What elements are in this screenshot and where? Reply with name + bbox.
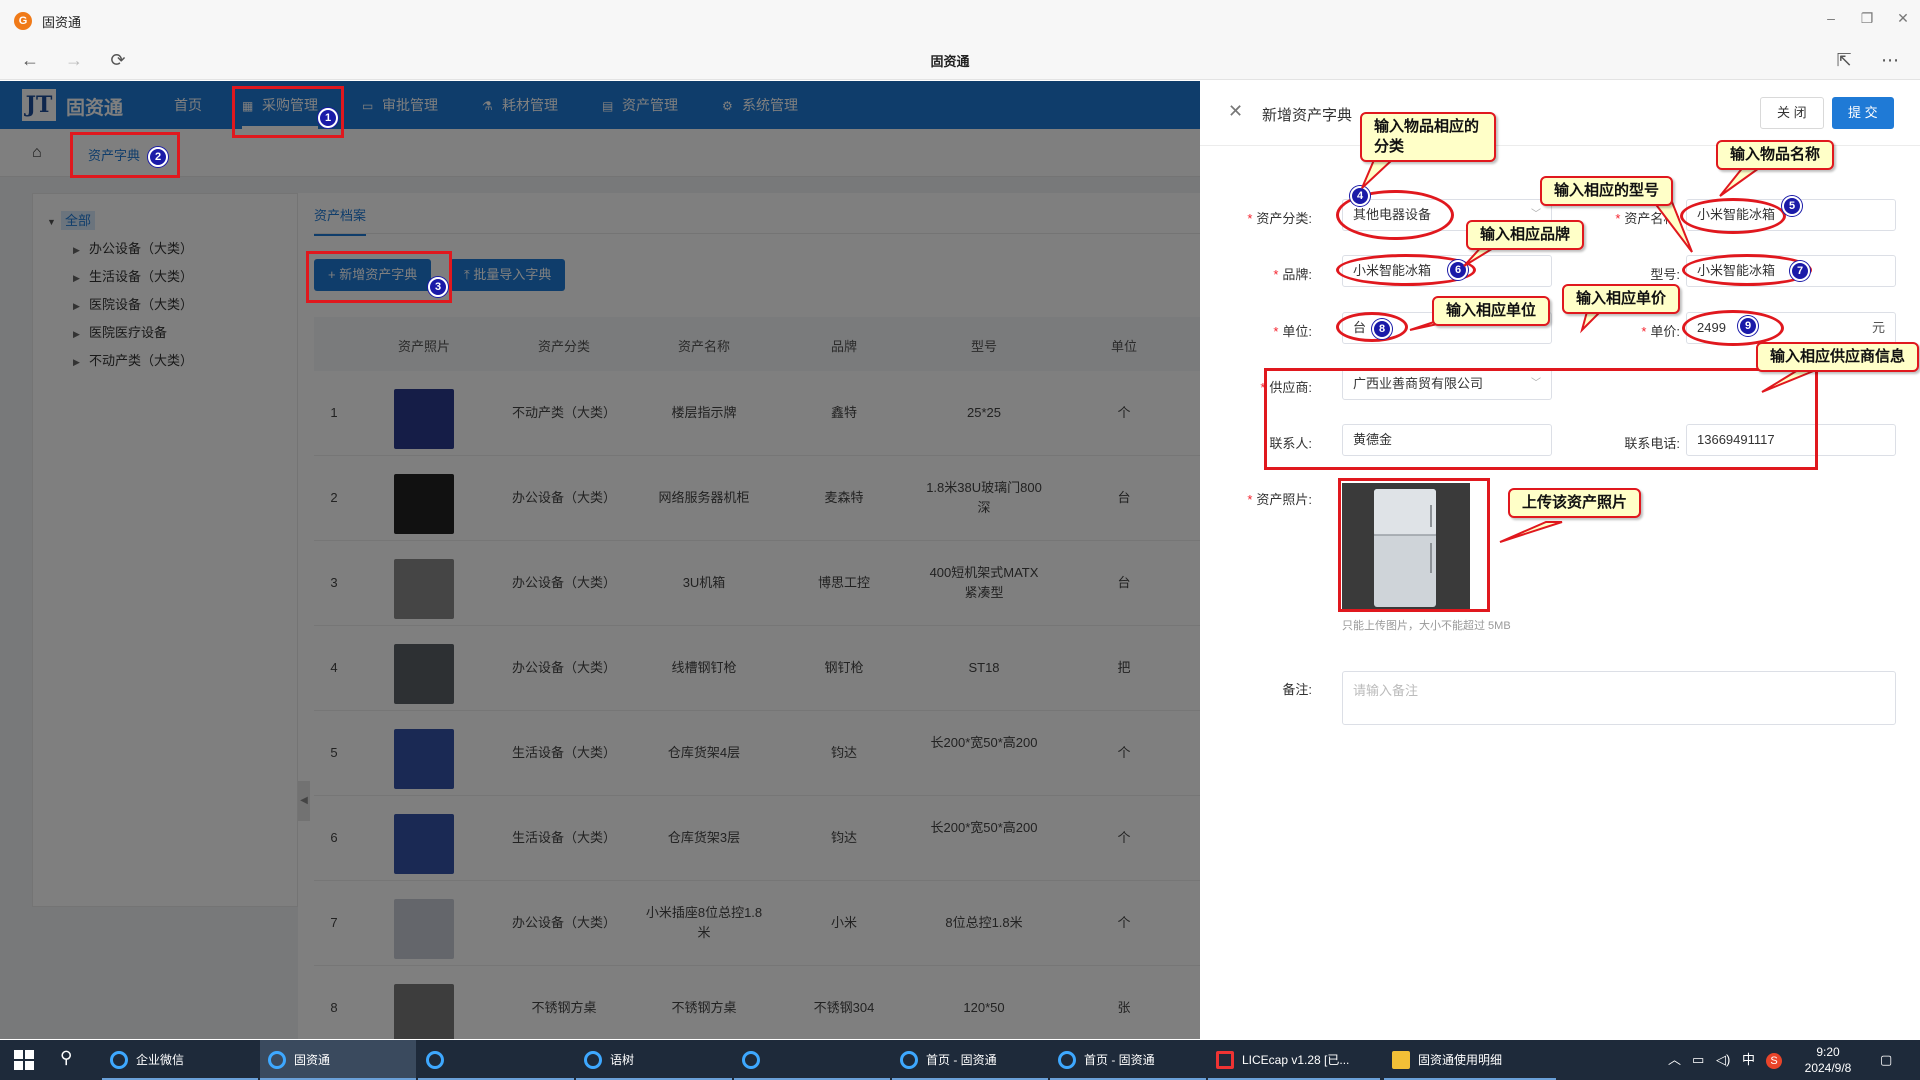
more-button[interactable]: ⋯ bbox=[1876, 48, 1904, 72]
share-button[interactable]: ⇱ bbox=[1830, 48, 1858, 72]
remark-textarea[interactable]: 请输入备注 bbox=[1342, 671, 1896, 725]
taskbar-item[interactable] bbox=[734, 1040, 890, 1080]
taskbar: ⚲ 企业微信 固资通 语树 首页 - 固资通 首页 - 固资通 LICEcap … bbox=[0, 1040, 1920, 1080]
callout-supplier: 输入相应供应商信息 bbox=[1756, 342, 1920, 372]
ime-indicator[interactable]: 中 bbox=[1742, 1040, 1755, 1080]
step-badge: 5 bbox=[1782, 196, 1802, 216]
taskbar-item[interactable]: 企业微信 bbox=[102, 1040, 258, 1080]
folder-icon bbox=[1392, 1051, 1410, 1069]
remark-label: 备注: bbox=[1282, 682, 1312, 697]
step-badge: 2 bbox=[148, 147, 168, 167]
unit-label: * 单位: bbox=[1273, 324, 1312, 339]
taskbar-item[interactable] bbox=[418, 1040, 574, 1080]
close-icon[interactable]: ✕ bbox=[1228, 101, 1243, 122]
step-badge: 4 bbox=[1350, 186, 1370, 206]
minimize-button[interactable]: – bbox=[1816, 6, 1846, 30]
clock[interactable]: 9:20 2024/9/8 bbox=[1788, 1044, 1868, 1076]
taskbar-item[interactable]: 语树 bbox=[576, 1040, 732, 1080]
brand-label: * 品牌: bbox=[1273, 267, 1312, 282]
window-titlebar: G 固资通 – ❐ ✕ bbox=[0, 0, 1920, 40]
taskbar-item[interactable]: 固资通 bbox=[260, 1040, 416, 1080]
highlight-name bbox=[1680, 198, 1786, 234]
callout-brand: 输入相应品牌 bbox=[1466, 220, 1585, 250]
taskbar-item[interactable]: LICEcap v1.28 [已... bbox=[1208, 1040, 1380, 1080]
step-badge: 8 bbox=[1372, 319, 1392, 339]
highlight-price bbox=[1682, 310, 1784, 346]
network-icon[interactable]: ▭ bbox=[1692, 1040, 1704, 1080]
app-icon bbox=[1058, 1051, 1076, 1069]
callout-photo: 上传该资产照片 bbox=[1508, 488, 1642, 518]
category-label: * 资产分类: bbox=[1247, 211, 1312, 226]
page-title: 固资通 bbox=[930, 54, 970, 69]
clock-time: 9:20 bbox=[1816, 1045, 1840, 1059]
callout-price: 输入相应单价 bbox=[1562, 284, 1681, 314]
currency-suffix: 元 bbox=[1871, 320, 1885, 335]
tray-chevron-icon[interactable]: ︿ bbox=[1668, 1040, 1681, 1080]
app-icon bbox=[742, 1051, 760, 1069]
step-badge: 3 bbox=[428, 277, 448, 297]
highlight-supplier-section bbox=[1264, 368, 1818, 470]
close-button[interactable]: 关 闭 bbox=[1760, 97, 1824, 129]
model-label: 型号: bbox=[1650, 267, 1680, 282]
callout-name: 输入物品名称 bbox=[1716, 140, 1835, 170]
name-label: * 资产名称: bbox=[1615, 211, 1680, 226]
highlight-add-button bbox=[306, 251, 452, 303]
window-title: 固资通 bbox=[42, 15, 82, 30]
app-icon bbox=[1216, 1051, 1234, 1069]
windows-start-icon[interactable] bbox=[14, 1050, 34, 1070]
taskbar-item[interactable]: 首页 - 固资通 bbox=[892, 1040, 1048, 1080]
sogou-icon[interactable]: S bbox=[1766, 1040, 1782, 1080]
notification-icon[interactable]: ▢ bbox=[1880, 1040, 1892, 1080]
app-icon bbox=[900, 1051, 918, 1069]
volume-icon[interactable]: ◁) bbox=[1716, 1040, 1730, 1080]
app-icon bbox=[584, 1051, 602, 1069]
callout-category: 输入物品相应的分类 bbox=[1360, 112, 1496, 162]
step-badge: 1 bbox=[318, 108, 338, 128]
taskbar-item[interactable]: 首页 - 固资通 bbox=[1050, 1040, 1206, 1080]
step-badge: 9 bbox=[1738, 316, 1758, 336]
highlight-photo bbox=[1338, 478, 1490, 612]
step-badge: 7 bbox=[1790, 261, 1810, 281]
price-label: * 单价: bbox=[1641, 324, 1680, 339]
close-window-button[interactable]: ✕ bbox=[1888, 6, 1918, 30]
restore-button[interactable]: ❐ bbox=[1852, 6, 1882, 30]
callout-model: 输入相应的型号 bbox=[1540, 176, 1674, 206]
photo-label: * 资产照片: bbox=[1247, 492, 1312, 507]
submit-button[interactable]: 提 交 bbox=[1832, 97, 1894, 129]
modal-overlay[interactable] bbox=[0, 81, 1200, 1039]
app-icon bbox=[426, 1051, 444, 1069]
search-icon[interactable]: ⚲ bbox=[60, 1048, 72, 1068]
app-icon bbox=[268, 1051, 286, 1069]
clock-date: 2024/9/8 bbox=[1804, 1061, 1852, 1075]
upload-tip: 只能上传图片，大小不能超过 5MB bbox=[1342, 620, 1511, 632]
app-icon bbox=[110, 1051, 128, 1069]
callout-unit: 输入相应单位 bbox=[1432, 296, 1551, 326]
app-logo-icon: G bbox=[14, 12, 32, 30]
step-badge: 6 bbox=[1448, 260, 1468, 280]
drawer-title: 新增资产字典 bbox=[1262, 107, 1353, 124]
taskbar-item[interactable]: 固资通使用明细 bbox=[1384, 1040, 1556, 1080]
browser-navbar: ← → ⟳ 固资通 ⇱ ⋯ bbox=[0, 40, 1920, 80]
